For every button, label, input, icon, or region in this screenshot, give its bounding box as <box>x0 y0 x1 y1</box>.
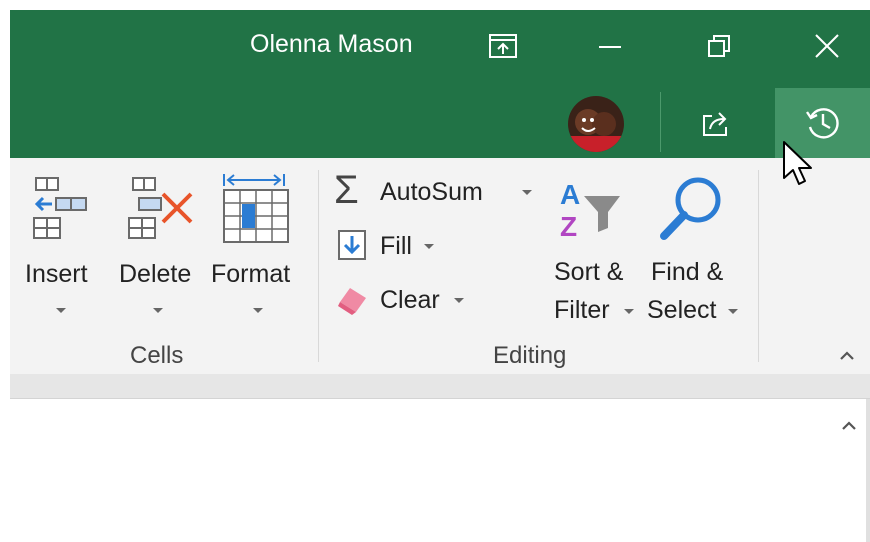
cells-group-label: Cells <box>130 342 184 369</box>
find-select-label-line2: Select <box>647 296 717 324</box>
clear-dropdown-icon <box>454 298 464 303</box>
fill-label: Fill <box>380 232 412 260</box>
fill-button[interactable]: Fill <box>334 226 444 268</box>
mouse-cursor-icon <box>783 141 812 185</box>
user-avatar[interactable] <box>568 96 624 152</box>
editing-group-label: Editing <box>493 342 567 369</box>
chevron-up-icon <box>840 351 854 360</box>
group-separator-editing <box>758 170 759 362</box>
insert-cells-icon <box>33 177 87 239</box>
delete-button[interactable]: Delete <box>115 170 199 330</box>
ribbon-display-options-button[interactable] <box>478 28 528 64</box>
ribbon-bottom-bar <box>10 374 870 399</box>
autosum-dropdown-icon <box>522 190 532 195</box>
insert-dropdown-icon <box>56 308 66 313</box>
sort-filter-dropdown-icon <box>624 309 634 314</box>
chevron-up-icon <box>842 421 856 430</box>
format-cells-icon <box>223 174 289 243</box>
clear-label: Clear <box>380 286 440 314</box>
restore-button[interactable] <box>694 28 744 64</box>
collapse-ribbon-button[interactable] <box>832 340 862 370</box>
sigma-icon: Σ <box>334 168 359 212</box>
formula-bar-expand-button[interactable] <box>834 410 864 440</box>
close-icon <box>815 34 839 58</box>
insert-button[interactable]: Insert <box>22 170 102 330</box>
insert-label: Insert <box>25 260 88 288</box>
delete-cells-icon <box>128 177 193 239</box>
sort-filter-button[interactable]: A Z Sort & Filter <box>548 172 640 332</box>
autosum-button[interactable]: Σ AutoSum <box>332 168 540 214</box>
format-label: Format <box>211 260 291 288</box>
close-button[interactable] <box>802 26 852 66</box>
delete-dropdown-icon <box>153 308 163 313</box>
sort-filter-label-line1: Sort & <box>554 258 624 286</box>
worksheet-area <box>10 399 866 542</box>
minimize-button[interactable] <box>585 28 635 64</box>
user-name[interactable]: Olenna Mason <box>250 30 413 59</box>
restore-icon <box>708 35 730 57</box>
share-icon <box>703 112 727 136</box>
autosum-label: AutoSum <box>380 178 483 206</box>
sort-filter-label-line2: Filter <box>554 296 610 324</box>
svg-text:A: A <box>560 179 580 210</box>
sort-filter-icon: A Z <box>560 179 620 242</box>
magnifier-icon <box>660 177 721 240</box>
avatar-image <box>568 96 624 152</box>
format-button[interactable]: Format <box>208 170 306 330</box>
delete-label: Delete <box>119 260 192 288</box>
find-select-label-line1: Find & <box>651 258 724 286</box>
minimize-icon <box>599 46 621 48</box>
fill-dropdown-icon <box>424 244 434 249</box>
ribbon-display-options-icon <box>489 34 517 58</box>
format-dropdown-icon <box>253 308 263 313</box>
history-icon <box>805 108 839 139</box>
group-separator-cells <box>318 170 319 362</box>
clear-button[interactable]: Clear <box>334 280 474 322</box>
vertical-scrollbar-track[interactable] <box>866 399 870 542</box>
fill-down-icon <box>338 230 366 260</box>
share-button[interactable] <box>690 100 744 146</box>
titlebar-divider <box>660 92 661 152</box>
find-select-button[interactable]: Find & Select <box>644 172 744 332</box>
find-select-dropdown-icon <box>728 309 738 314</box>
svg-text:Z: Z <box>560 211 577 242</box>
eraser-icon <box>338 288 366 315</box>
